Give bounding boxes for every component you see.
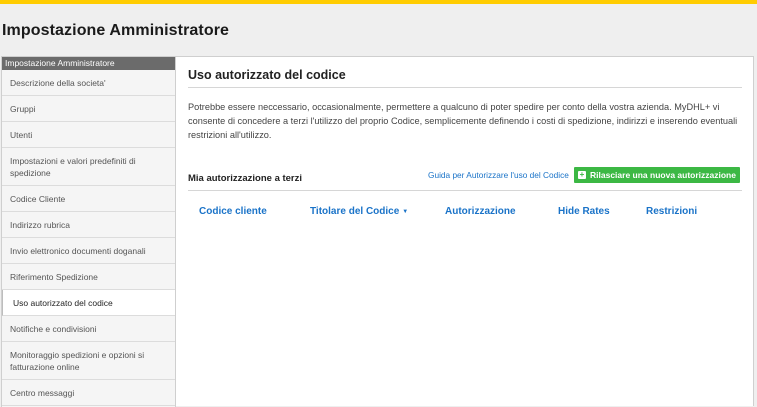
- column-code-holder-label: Titolare del Codice: [310, 206, 400, 217]
- table-header: Codice cliente Titolare del Codice ▼ Auto…: [176, 206, 753, 220]
- sidebar-item-address-book[interactable]: Indirizzo rubrica: [2, 212, 175, 238]
- sidebar-item-shipping-settings[interactable]: Impostazioni e valori predefiniti di spe…: [2, 148, 175, 186]
- section-title: Uso autorizzato del codice: [188, 68, 346, 82]
- sidebar-item-label: Monitoraggio spedizioni e opzioni si fat…: [10, 349, 145, 372]
- sidebar-item-notifications[interactable]: Notifiche e condivisioni: [2, 316, 175, 342]
- sidebar-item-label: Invio elettronico documenti doganali: [10, 245, 146, 256]
- new-authorization-button[interactable]: + Rilasciare una nuova autorizzazione: [574, 167, 740, 183]
- sidebar-item-label: Indirizzo rubrica: [10, 219, 70, 230]
- plus-icon: +: [578, 170, 587, 179]
- sidebar-item-label: Utenti: [10, 129, 33, 140]
- column-authorization[interactable]: Autorizzazione: [445, 206, 516, 217]
- page-title: Impostazione Amministratore: [2, 22, 230, 39]
- sidebar-item-customer-code[interactable]: Codice Cliente: [2, 186, 175, 212]
- sidebar-item-label: Centro messaggi: [10, 387, 75, 398]
- sidebar-item-shipment-reference[interactable]: Riferimento Spedizione: [2, 264, 175, 290]
- column-restrictions[interactable]: Restrizioni: [646, 206, 697, 217]
- sidebar-item-message-center[interactable]: Centro messaggi: [2, 380, 175, 406]
- table-divider: [188, 190, 742, 191]
- sidebar-item-customs-documents[interactable]: Invio elettronico documenti doganali: [2, 238, 175, 264]
- sidebar: Impostazione Amministratore Descrizione …: [1, 56, 176, 407]
- sidebar-item-authorized-code-use[interactable]: Uso autorizzato del codice: [2, 290, 175, 316]
- authorization-guide-link[interactable]: Guida per Autorizzare l'uso del Codice: [428, 170, 569, 180]
- sidebar-item-company-description[interactable]: Descrizione della societa': [2, 70, 175, 96]
- sidebar-item-label: Impostazioni e valori predefiniti di spe…: [10, 155, 136, 178]
- sidebar-item-label: Uso autorizzato del codice: [13, 297, 113, 308]
- sidebar-item-label: Notifiche e condivisioni: [10, 323, 97, 334]
- sidebar-item-label: Codice Cliente: [10, 193, 66, 204]
- sort-down-icon: ▼: [402, 209, 409, 215]
- column-customer-code[interactable]: Codice cliente: [199, 206, 267, 217]
- main-panel: Uso autorizzato del codice Potrebbe esse…: [175, 56, 754, 406]
- sidebar-item-label: Riferimento Spedizione: [10, 271, 98, 282]
- sidebar-item-tracking-billing[interactable]: Monitoraggio spedizioni e opzioni si fat…: [2, 342, 175, 380]
- section-description: Potrebbe essere neccessario, occasionalm…: [188, 102, 738, 140]
- sidebar-item-label: Gruppi: [10, 103, 36, 114]
- column-code-holder[interactable]: Titolare del Codice ▼: [310, 206, 408, 217]
- title-divider: [188, 87, 742, 88]
- new-authorization-label: Rilasciare una nuova autorizzazione: [590, 170, 736, 180]
- sidebar-item-label: Descrizione della societa': [10, 77, 106, 88]
- sidebar-header: Impostazione Amministratore: [2, 57, 175, 70]
- brand-accent-bar: [0, 0, 757, 4]
- authorizations-heading: Mia autorizzazione a terzi: [188, 173, 303, 184]
- column-hide-rates[interactable]: Hide Rates: [558, 206, 610, 217]
- sidebar-item-users[interactable]: Utenti: [2, 122, 175, 148]
- sidebar-item-groups[interactable]: Gruppi: [2, 96, 175, 122]
